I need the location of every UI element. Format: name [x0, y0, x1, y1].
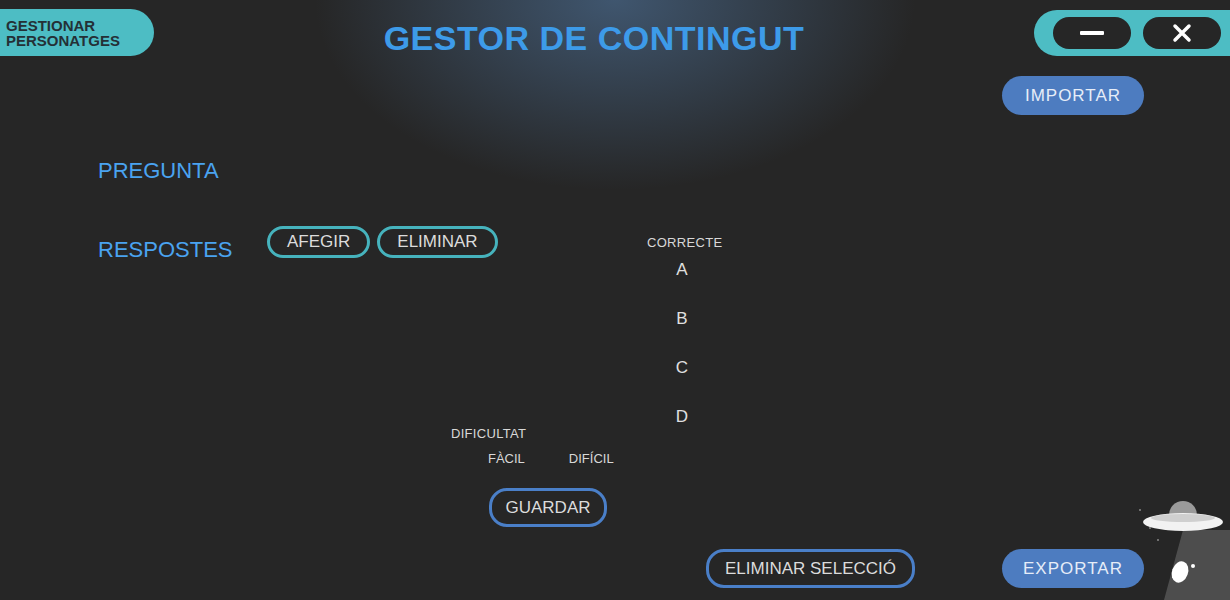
correct-options: ABCD [647, 245, 717, 441]
difficulty-option[interactable]: FÀCIL [488, 451, 525, 467]
correct-option[interactable]: A [647, 245, 717, 294]
minimize-button[interactable] [1053, 17, 1131, 49]
save-button[interactable]: GUARDAR [489, 488, 607, 527]
answers-section: RESPOSTESAFEGIRELIMINARDIFICULTATFÀCILDI… [0, 226, 1230, 527]
correct-option[interactable]: D [647, 392, 717, 441]
window-title: GESTOR DE CONTINGUT [384, 18, 805, 58]
answers-label-cell: RESPOSTES [0, 226, 267, 527]
correct-column: CORRECTEABCD [647, 226, 717, 527]
question-label: PREGUNTA [98, 157, 1230, 185]
content-manager-window: GESTIONAR PERSONATGES GESTOR DE CONTINGUT… [0, 0, 1230, 600]
answers-controls: AFEGIRELIMINAR DIFICULTAT FÀCIL DIFÍCIL GUAR… [267, 226, 647, 527]
difficulty-options: FÀCIL DIFÍCIL [451, 451, 614, 467]
difficulty-option[interactable]: DIFÍCIL [569, 451, 614, 467]
header: GESTIONAR PERSONATGES GESTOR DE CONTINGUT [0, 0, 1230, 66]
difficulty-label: DIFICULTAT [451, 426, 614, 442]
minimize-icon [1080, 31, 1104, 35]
answer-button[interactable]: AFEGIR [267, 226, 370, 258]
correct-label: CORRECTE [647, 235, 717, 251]
manage-characters-button[interactable]: GESTIONAR PERSONATGES [0, 9, 154, 56]
delete-selection-button[interactable]: ELIMINAR SELECCIÓ [706, 549, 915, 588]
save-wrap: GUARDAR [489, 488, 607, 527]
export-button[interactable]: EXPORTAR [1002, 549, 1144, 588]
ufo-icon [1120, 500, 1230, 600]
correct-option[interactable]: C [647, 343, 717, 392]
answers-label: RESPOSTES [98, 236, 267, 264]
correct-option[interactable]: B [647, 294, 717, 343]
window-controls [1034, 10, 1230, 56]
question-row: PREGUNTA [0, 157, 1230, 185]
close-button[interactable] [1143, 17, 1221, 49]
footer-row: ELIMINAR SELECCIÓ EXPORTAR [0, 549, 1230, 588]
close-icon [1172, 23, 1192, 43]
import-row: IMPORTAR [0, 76, 1230, 115]
import-button[interactable]: IMPORTAR [1002, 76, 1144, 115]
difficulty-block: DIFICULTAT FÀCIL DIFÍCIL [451, 426, 614, 467]
answer-buttons: AFEGIRELIMINAR [267, 226, 498, 258]
answer-button[interactable]: ELIMINAR [377, 226, 497, 258]
